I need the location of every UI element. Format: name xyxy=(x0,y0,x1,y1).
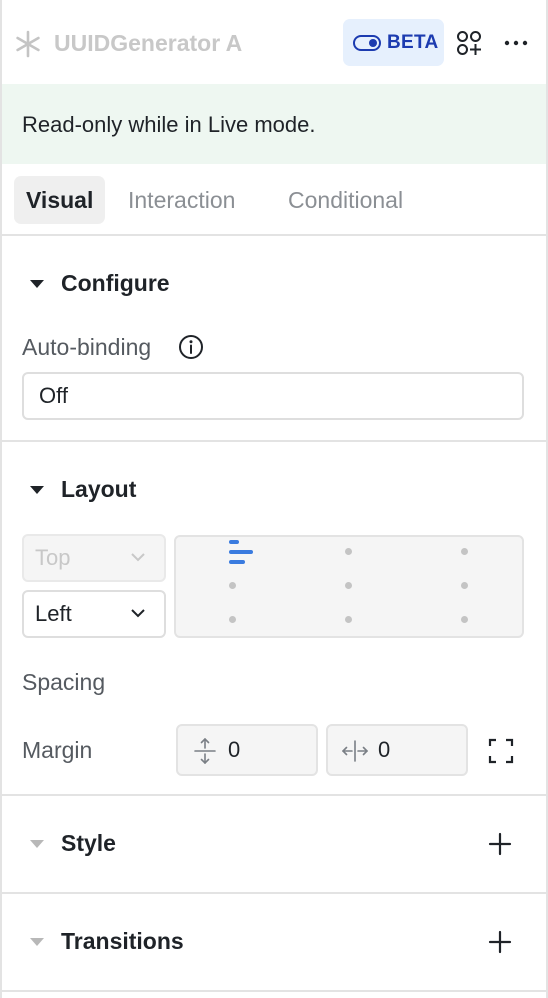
align-middle-right-dot[interactable] xyxy=(461,582,468,589)
margin-vertical-field[interactable]: 0 xyxy=(176,724,318,776)
live-mode-message: Read-only while in Live mode. xyxy=(22,112,316,137)
add-component-icon[interactable] xyxy=(456,30,482,56)
horizontal-align-select[interactable]: Left xyxy=(22,590,166,638)
auto-binding-input[interactable]: Off xyxy=(22,372,524,420)
section-divider xyxy=(2,440,546,442)
configure-title: Configure xyxy=(61,270,170,296)
style-section-header[interactable]: Style xyxy=(30,830,116,857)
section-divider xyxy=(2,794,546,796)
component-name: UUIDGenerator A xyxy=(54,30,243,56)
vertical-align-select: Top xyxy=(22,534,166,582)
collapse-caret-icon xyxy=(30,937,44,946)
info-icon[interactable] xyxy=(178,334,204,360)
transitions-title: Transitions xyxy=(61,928,184,954)
spacing-label: Spacing xyxy=(22,669,106,695)
chevron-down-icon xyxy=(131,609,145,618)
expand-margins-icon[interactable] xyxy=(488,738,514,764)
align-top-right-dot[interactable] xyxy=(461,548,468,555)
align-bottom-center-dot[interactable] xyxy=(345,616,352,623)
align-top-left-icon[interactable] xyxy=(229,540,255,568)
transitions-section-header[interactable]: Transitions xyxy=(30,928,184,955)
beta-toggle-button[interactable]: BETA xyxy=(343,19,444,66)
align-bottom-left-dot[interactable] xyxy=(229,616,236,623)
toggle-icon xyxy=(353,34,381,51)
margin-horizontal-value: 0 xyxy=(378,737,391,762)
add-style-icon[interactable] xyxy=(488,832,512,856)
add-transition-icon[interactable] xyxy=(488,930,512,954)
align-bottom-right-dot[interactable] xyxy=(461,616,468,623)
inspector-header: UUIDGenerator A BETA xyxy=(0,0,548,84)
margin-vertical-value: 0 xyxy=(228,737,241,762)
align-top-center-dot[interactable] xyxy=(345,548,352,555)
style-title: Style xyxy=(61,830,116,856)
vertical-spacing-icon xyxy=(194,738,216,764)
section-divider xyxy=(2,892,546,894)
tab-visual[interactable]: Visual xyxy=(14,176,106,224)
tab-conditional[interactable]: Conditional xyxy=(276,176,415,224)
beta-label: BETA xyxy=(387,31,439,53)
layout-section-header[interactable]: Layout xyxy=(30,476,136,503)
vertical-align-value: Top xyxy=(35,545,71,570)
chevron-down-icon xyxy=(131,553,145,562)
align-middle-center-dot[interactable] xyxy=(345,582,352,589)
section-divider xyxy=(2,990,546,992)
collapse-caret-icon xyxy=(30,279,44,288)
tab-interaction[interactable]: Interaction xyxy=(116,176,247,224)
inspector-tabs: Visual Interaction Conditional xyxy=(2,164,546,236)
align-middle-left-dot[interactable] xyxy=(229,582,236,589)
collapse-caret-icon xyxy=(30,485,44,494)
margin-horizontal-field[interactable]: 0 xyxy=(326,724,468,776)
auto-binding-label: Auto-binding xyxy=(22,334,152,360)
horizontal-spacing-icon xyxy=(342,740,368,762)
margin-label: Margin xyxy=(22,737,93,763)
layout-title: Layout xyxy=(61,476,137,502)
collapse-caret-icon xyxy=(30,839,44,848)
live-mode-banner: Read-only while in Live mode. xyxy=(2,84,546,164)
configure-section-header[interactable]: Configure xyxy=(30,270,170,297)
component-asterisk-icon xyxy=(16,30,40,58)
horizontal-align-value: Left xyxy=(35,601,72,626)
more-options-icon[interactable] xyxy=(503,30,529,56)
